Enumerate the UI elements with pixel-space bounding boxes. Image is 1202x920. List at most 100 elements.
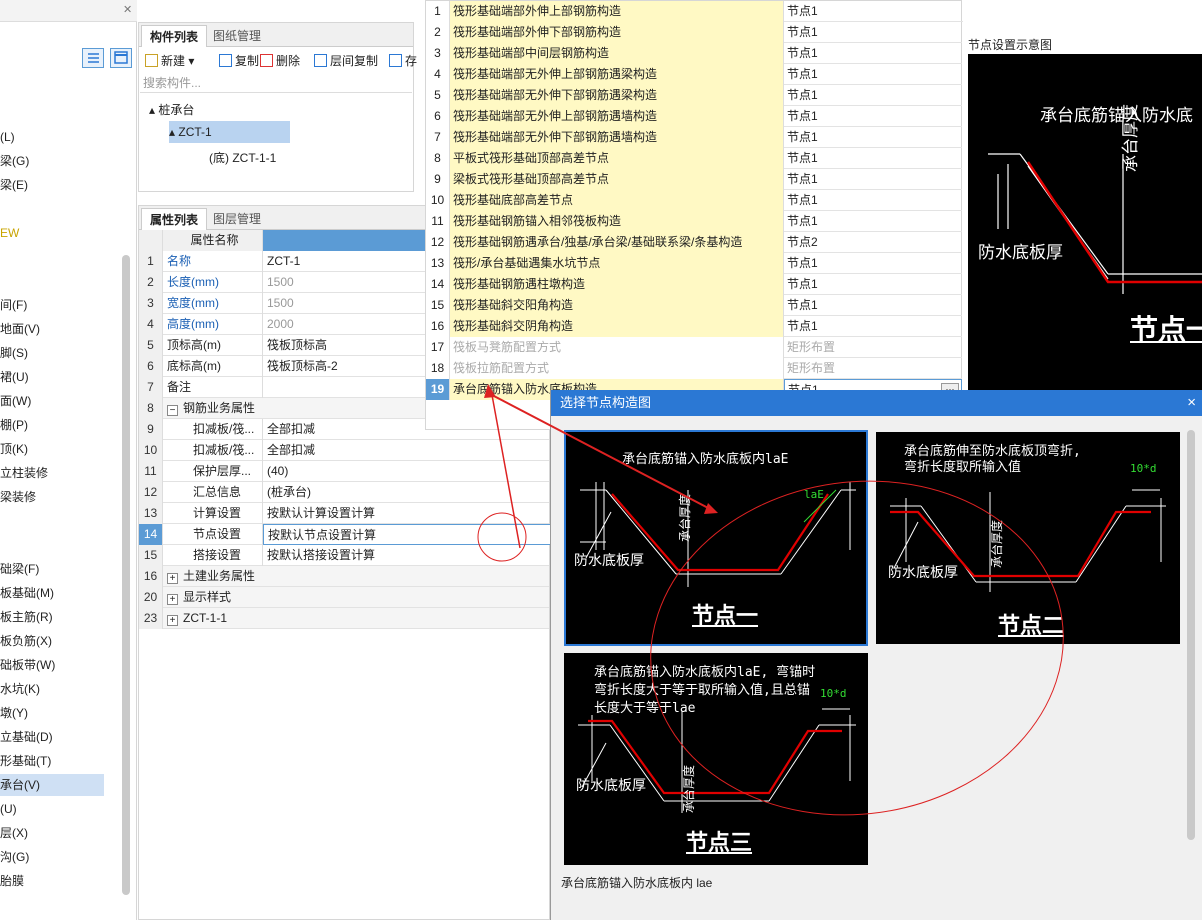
tab-component-list[interactable]: 构件列表: [141, 25, 208, 47]
node-row[interactable]: 6 筏形基础端部无外伸上部钢筋遇墙构造 节点1: [426, 106, 963, 127]
node-row-value[interactable]: 节点1: [784, 127, 962, 148]
property-value[interactable]: (桩承台): [263, 482, 553, 503]
property-value[interactable]: 按默认计算设置计算: [263, 503, 553, 524]
node-row-value[interactable]: 节点1: [784, 295, 962, 316]
nav-item[interactable]: 梁(E): [0, 174, 28, 196]
nav-item[interactable]: 梁(G): [0, 150, 29, 172]
node-row[interactable]: 15 筏形基础斜交阳角构造 节点1: [426, 295, 963, 316]
copy-button[interactable]: 复制: [219, 51, 259, 71]
nav-item[interactable]: 梁装修: [0, 486, 36, 508]
property-row[interactable]: 15 搭接设置 按默认搭接设置计算: [139, 545, 549, 566]
property-row[interactable]: 23 + ZCT-1-1: [139, 608, 553, 629]
nav-item[interactable]: 板负筋(X): [0, 630, 52, 652]
save-button[interactable]: 存: [389, 51, 417, 71]
property-row[interactable]: 12 汇总信息 (桩承台): [139, 482, 549, 503]
node-row[interactable]: 8 平板式筏形基础顶部高差节点 节点1: [426, 148, 963, 169]
nav-item[interactable]: 间(F): [0, 294, 27, 316]
tab-drawing-management[interactable]: 图纸管理: [205, 25, 269, 47]
nav-item[interactable]: 立柱装修: [0, 462, 48, 484]
new-button[interactable]: 新建 ▾: [145, 51, 194, 71]
nav-item[interactable]: 承台(V): [0, 774, 104, 796]
nav-item[interactable]: 础梁(F): [0, 558, 39, 580]
property-value[interactable]: 按默认搭接设置计算: [263, 545, 553, 566]
property-row[interactable]: 16 + 土建业务属性: [139, 566, 553, 587]
nav-item[interactable]: 沟(G): [0, 846, 29, 868]
list-view-icon[interactable]: [82, 48, 104, 68]
expand-icon[interactable]: +: [167, 615, 178, 626]
node-row[interactable]: 2 筏形基础端部外伸下部钢筋构造 节点1: [426, 22, 963, 43]
node-row-value[interactable]: 节点1: [784, 253, 962, 274]
tree-leaf[interactable]: (底) ZCT-1-1: [209, 149, 276, 166]
tab-property-list[interactable]: 属性列表: [141, 208, 208, 230]
node-row[interactable]: 5 筏形基础端部无外伸下部钢筋遇梁构造 节点1: [426, 85, 963, 106]
node-row[interactable]: 3 筏形基础端部中间层钢筋构造 节点1: [426, 43, 963, 64]
node-row-value[interactable]: 节点1: [784, 1, 962, 22]
node-row-value[interactable]: 节点1: [784, 22, 962, 43]
node-row[interactable]: 16 筏形基础斜交阴角构造 节点1: [426, 316, 963, 337]
nav-item[interactable]: 胎膜: [0, 870, 24, 892]
node-card-1[interactable]: 承台底筋锚入防水底板内laE laE 承台厚度 防水底板厚 节点一: [564, 430, 868, 646]
node-row[interactable]: 18 筏板拉筋配置方式 矩形布置: [426, 358, 963, 379]
property-row[interactable]: 11 保护层厚... (40): [139, 461, 549, 482]
node-row[interactable]: 10 筏形基础底部高差节点 节点1: [426, 190, 963, 211]
tree-root[interactable]: ▴ 桩承台: [149, 101, 194, 118]
tab-layer-management[interactable]: 图层管理: [205, 208, 269, 230]
nav-item[interactable]: 墩(Y): [0, 702, 28, 724]
collapse-icon[interactable]: −: [167, 405, 178, 416]
nav-item[interactable]: 板基础(M): [0, 582, 54, 604]
node-row[interactable]: 13 筏形/承台基础遇集水坑节点 节点1: [426, 253, 963, 274]
delete-button[interactable]: 删除: [260, 51, 300, 71]
property-value[interactable]: (40): [263, 461, 553, 482]
expand-icon[interactable]: +: [167, 594, 178, 605]
node-row[interactable]: 9 梁板式筏形基础顶部高差节点 节点1: [426, 169, 963, 190]
nav-item[interactable]: 脚(S): [0, 342, 28, 364]
expand-icon[interactable]: +: [167, 573, 178, 584]
node-row-value[interactable]: 节点2: [784, 232, 962, 253]
nav-item[interactable]: (U): [0, 798, 17, 820]
property-value[interactable]: 按默认节点设置计算: [263, 524, 553, 545]
node-row-value[interactable]: 节点1: [784, 43, 962, 64]
nav-item[interactable]: 础板带(W): [0, 654, 55, 676]
node-row-value[interactable]: 节点1: [784, 316, 962, 337]
node-row-value[interactable]: 节点1: [784, 106, 962, 127]
nav-item[interactable]: 立基础(D): [0, 726, 53, 748]
node-row-value[interactable]: 矩形布置: [784, 337, 962, 358]
node-card-3[interactable]: 承台底筋锚入防水底板内laE, 弯锚时 弯折长度大于等于取所输入值,且总锚 长度…: [564, 653, 868, 865]
nav-item[interactable]: 板主筋(R): [0, 606, 53, 628]
node-row[interactable]: 14 筏形基础钢筋遇柱墩构造 节点1: [426, 274, 963, 295]
dialog-scrollbar[interactable]: [1187, 430, 1195, 840]
node-row[interactable]: 17 筏板马凳筋配置方式 矩形布置: [426, 337, 963, 358]
property-value[interactable]: 全部扣减: [263, 440, 553, 461]
dialog-close-icon[interactable]: ×: [1187, 390, 1196, 416]
node-row[interactable]: 4 筏形基础端部无外伸上部钢筋遇梁构造 节点1: [426, 64, 963, 85]
property-row[interactable]: 10 扣减板/筏... 全部扣减: [139, 440, 549, 461]
node-row[interactable]: 1 筏形基础端部外伸上部钢筋构造 节点1: [426, 1, 963, 22]
node-row-value[interactable]: 节点1: [784, 148, 962, 169]
close-icon[interactable]: ✕: [123, 3, 132, 16]
nav-item[interactable]: 棚(P): [0, 414, 28, 436]
nav-item[interactable]: 层(X): [0, 822, 28, 844]
nav-item[interactable]: (L): [0, 126, 15, 148]
tree-child[interactable]: ▴ ZCT-1: [169, 121, 290, 143]
nav-item[interactable]: 地面(V): [0, 318, 40, 340]
floor-copy-button[interactable]: 层间复制: [314, 51, 378, 71]
nav-item[interactable]: 裙(U): [0, 366, 29, 388]
node-card-2[interactable]: 承台底筋伸至防水底板顶弯折, 弯折长度取所输入值 10*d 承台厚度 防水底板厚…: [876, 432, 1180, 644]
node-row[interactable]: 7 筏形基础端部无外伸下部钢筋遇墙构造 节点1: [426, 127, 963, 148]
node-row-value[interactable]: 矩形布置: [784, 358, 962, 379]
node-row[interactable]: 12 筏形基础钢筋遇承台/独基/承台梁/基础联系梁/条基构造 节点2: [426, 232, 963, 253]
nav-item[interactable]: 形基础(T): [0, 750, 51, 772]
node-row-value[interactable]: 节点1: [784, 169, 962, 190]
node-row-value[interactable]: 节点1: [784, 211, 962, 232]
detail-view-icon[interactable]: [110, 48, 132, 68]
property-row[interactable]: 13 计算设置 按默认计算设置计算: [139, 503, 549, 524]
nav-item[interactable]: 顶(K): [0, 438, 28, 460]
node-row-value[interactable]: 节点1: [784, 274, 962, 295]
node-row-value[interactable]: 节点1: [784, 85, 962, 106]
nav-item[interactable]: 面(W): [0, 390, 31, 412]
property-row[interactable]: 14 节点设置 按默认节点设置计算: [139, 524, 553, 545]
property-row[interactable]: 20 + 显示样式: [139, 587, 553, 608]
node-row[interactable]: 11 筏形基础钢筋锚入相邻筏板构造 节点1: [426, 211, 963, 232]
nav-scrollbar[interactable]: [122, 255, 130, 895]
node-row-value[interactable]: 节点1: [784, 190, 962, 211]
